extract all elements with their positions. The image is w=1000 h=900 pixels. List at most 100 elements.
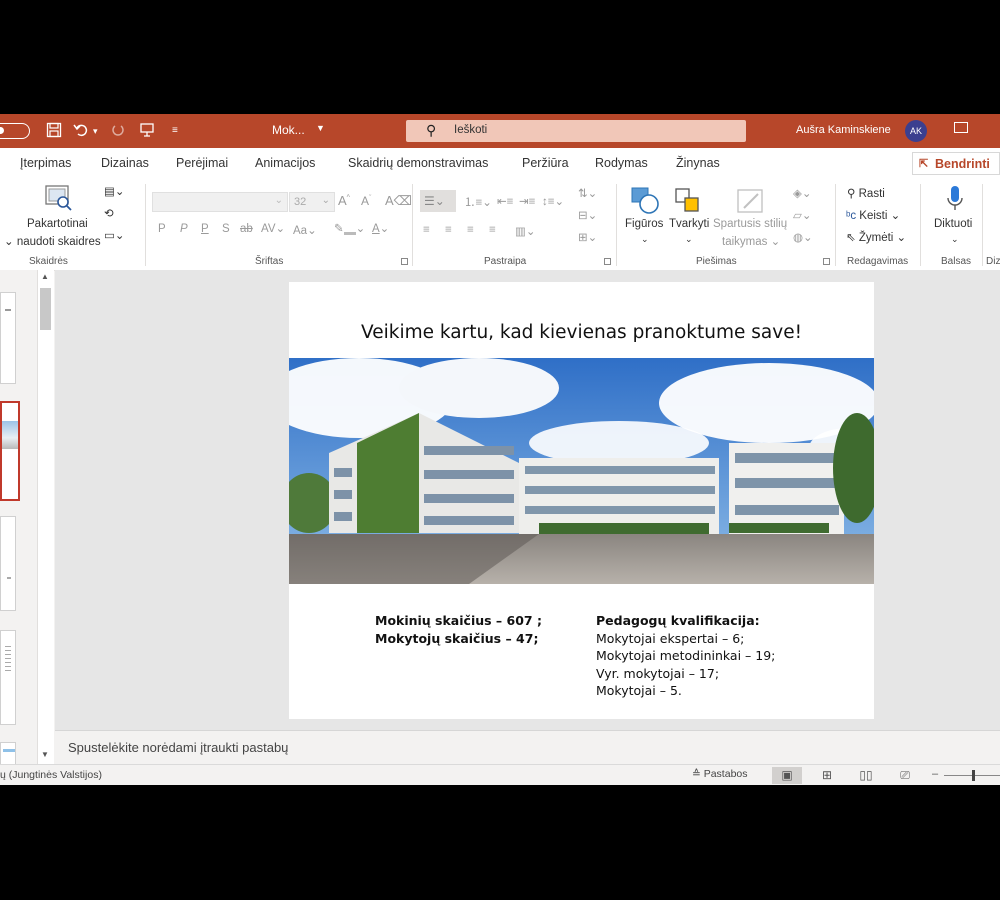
bullets-button[interactable]: ☰⌄ [420, 190, 456, 212]
undo-dropdown-icon[interactable]: ▾ [93, 122, 98, 140]
customize-toolbar-icon[interactable]: ≡ [172, 122, 178, 140]
tab-review[interactable]: Peržiūra [522, 156, 569, 170]
tab-slideshow[interactable]: Skaidrių demonstravimas [348, 156, 488, 170]
tab-view[interactable]: Rodymas [595, 156, 648, 170]
replace-button[interactable]: ᵇc Keisti ⌄ [846, 208, 900, 222]
align-right-icon[interactable]: ≡ [467, 224, 474, 236]
strikethrough-button[interactable]: ab [240, 223, 253, 235]
font-color-icon[interactable]: A⌄ [372, 221, 389, 235]
autosave-toggle[interactable] [0, 123, 30, 139]
user-name[interactable]: Aušra Kaminskiene [796, 124, 891, 136]
select-button[interactable]: ⇖ Žymėti ⌄ [846, 230, 906, 244]
align-text-icon[interactable]: ⊟⌄ [578, 208, 597, 222]
thumbnails-scrollbar[interactable]: ▲ ▼ [37, 270, 54, 764]
shape-outline-icon[interactable]: ▱⌄ [793, 208, 811, 222]
slide-thumbnail-selected[interactable] [0, 401, 20, 501]
line-spacing-icon[interactable]: ↕≡⌄ [542, 194, 564, 208]
chevron-down-icon[interactable]: ⌄ [951, 234, 959, 245]
shape-fill-icon[interactable]: ◈⌄ [793, 186, 811, 200]
smartart-icon[interactable]: ⊞⌄ [578, 230, 597, 244]
ribbon-display-options-icon[interactable] [954, 122, 968, 133]
reuse-slides-icon[interactable] [44, 184, 74, 217]
numbering-icon[interactable]: ⒈≡⌄ [464, 194, 492, 210]
share-button[interactable]: ⇱ Bendrinti [912, 152, 1000, 175]
quick-styles-label-2[interactable]: taikymas ⌄ [722, 234, 780, 248]
slide-thumbnail[interactable] [0, 516, 16, 611]
student-stats[interactable]: Mokinių skaičius – 607 ; Mokytojų skaiči… [375, 612, 542, 647]
highlight-color-icon[interactable]: ✎ ⌄ [334, 221, 365, 235]
italic-button[interactable]: P [180, 223, 188, 235]
chevron-down-icon[interactable]: ▼ [316, 123, 325, 133]
bold-button[interactable]: P [158, 223, 166, 235]
tab-design[interactable]: Dizainas [101, 156, 149, 170]
redo-icon[interactable] [110, 122, 126, 143]
slide-title[interactable]: Veikime kartu, kad kievienas pranoktume … [289, 322, 874, 343]
change-case-icon[interactable]: Aa⌄ [293, 223, 317, 237]
section-icon[interactable]: ▭⌄ [104, 228, 125, 242]
notes-pane[interactable]: Spustelėkite norėdami įtraukti pastabų [55, 730, 1000, 765]
slide-thumbnail[interactable] [0, 292, 16, 384]
slide-sorter-button[interactable]: ⊞ [812, 767, 842, 784]
character-spacing-icon[interactable]: AV⌄ [261, 221, 285, 235]
notes-placeholder[interactable]: Spustelėkite norėdami įtraukti pastabų [68, 740, 288, 755]
tab-animations[interactable]: Animacijos [255, 156, 315, 170]
align-left-icon[interactable]: ≡ [423, 224, 430, 236]
zoom-slider-handle[interactable] [972, 770, 975, 781]
font-dialog-launcher[interactable] [401, 258, 408, 265]
shrink-font-icon[interactable]: Aˇ [361, 194, 371, 208]
normal-view-button[interactable]: ▣ [772, 767, 802, 784]
increase-indent-icon[interactable]: ⇥≡ [519, 194, 535, 208]
scroll-down-icon[interactable]: ▼ [41, 750, 49, 759]
layout-icon[interactable]: ▤⌄ [104, 184, 125, 198]
document-title[interactable]: Mok... [272, 123, 305, 137]
reading-view-button[interactable]: ▯▯ [851, 767, 881, 784]
shapes-label[interactable]: Figūros [625, 218, 663, 230]
dictate-label[interactable]: Diktuoti [934, 218, 972, 230]
language-indicator[interactable]: ų (Jungtinės Valstijos) [0, 769, 102, 781]
save-icon[interactable] [46, 122, 62, 143]
microphone-icon[interactable] [944, 184, 966, 219]
chevron-down-icon[interactable]: ⌄ [685, 234, 693, 245]
slideshow-button[interactable]: ⎚ [890, 767, 920, 784]
font-family-dropdown[interactable]: ⌄ [152, 192, 288, 212]
start-slideshow-icon[interactable] [139, 122, 155, 143]
scrollbar-thumb[interactable] [40, 288, 51, 330]
columns-icon[interactable]: ▥⌄ [515, 224, 536, 238]
quick-styles-label-1[interactable]: Spartusis stilių [713, 218, 787, 230]
shapes-icon[interactable] [630, 186, 662, 221]
zoom-out-button[interactable]: – [932, 768, 938, 780]
justify-icon[interactable]: ≡ [489, 224, 496, 236]
tab-insert[interactable]: Įterpimas [20, 156, 71, 170]
reset-icon[interactable]: ⟲ [104, 206, 114, 220]
chevron-down-icon[interactable]: ⌄ [641, 234, 649, 245]
arrange-icon[interactable] [673, 186, 703, 221]
arrange-label[interactable]: Tvarkyti [669, 218, 709, 230]
paragraph-dialog-launcher[interactable] [604, 258, 611, 265]
clear-formatting-icon[interactable]: A⌫ [385, 193, 412, 209]
reuse-slides-label-1[interactable]: Pakartotinai [27, 218, 88, 230]
grow-font-icon[interactable]: A^ [338, 193, 350, 208]
find-button[interactable]: ⚲ Rasti [847, 186, 885, 200]
school-building-photo[interactable] [289, 358, 874, 584]
shadow-button[interactable]: S [222, 223, 230, 235]
undo-icon[interactable] [73, 122, 89, 143]
drawing-dialog-launcher[interactable] [823, 258, 830, 265]
reuse-slides-label-2[interactable]: ⌄ naudoti skaidres [4, 234, 101, 248]
avatar[interactable]: AK [905, 120, 927, 142]
notes-button[interactable]: ≙ Pastabos [692, 768, 748, 780]
search-box[interactable]: ⚲ Ieškoti [406, 120, 746, 142]
slide-thumbnail[interactable] [0, 630, 16, 725]
tab-help[interactable]: Žinynas [676, 156, 720, 170]
shape-effects-icon[interactable]: ◍⌄ [793, 230, 813, 244]
font-size-dropdown[interactable]: 32 ⌄ [289, 192, 335, 212]
quick-styles-icon[interactable] [736, 188, 766, 221]
align-center-icon[interactable]: ≡ [445, 224, 452, 236]
slide-thumbnail[interactable] [0, 742, 16, 764]
decrease-indent-icon[interactable]: ⇤≡ [497, 194, 513, 208]
slide[interactable]: Veikime kartu, kad kievienas pranoktume … [289, 282, 874, 719]
text-direction-icon[interactable]: ⇅⌄ [578, 186, 597, 200]
tab-transitions[interactable]: Perėjimai [176, 156, 228, 170]
qualification-stats[interactable]: Pedagogų kvalifikacija: Mokytojai eksper… [596, 612, 775, 700]
underline-button[interactable]: P [201, 223, 209, 235]
scroll-up-icon[interactable]: ▲ [41, 272, 49, 281]
